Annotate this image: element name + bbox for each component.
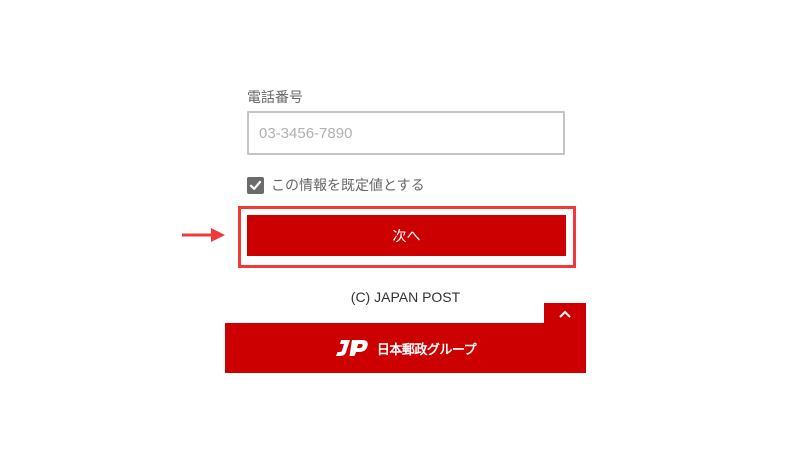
next-button[interactable]: 次へ xyxy=(247,215,566,256)
set-default-checkbox[interactable] xyxy=(247,176,264,194)
arrow-right-icon xyxy=(182,228,225,242)
checkmark-icon xyxy=(249,180,262,190)
footer-logo: 日本郵政グループ xyxy=(335,337,477,359)
phone-input[interactable] xyxy=(247,111,565,155)
set-default-row[interactable]: この情報を既定値とする xyxy=(247,175,425,195)
jp-logo-icon xyxy=(335,340,368,356)
back-to-top-button[interactable] xyxy=(544,303,586,325)
phone-label: 電話番号 xyxy=(247,90,303,106)
copyright: (C) JAPAN POST xyxy=(350,289,461,305)
group-name: 日本郵政グループ xyxy=(376,342,477,358)
chevron-up-icon xyxy=(559,310,571,318)
footer-bar: 日本郵政グループ xyxy=(225,323,586,373)
set-default-label: この情報を既定値とする xyxy=(271,178,425,194)
